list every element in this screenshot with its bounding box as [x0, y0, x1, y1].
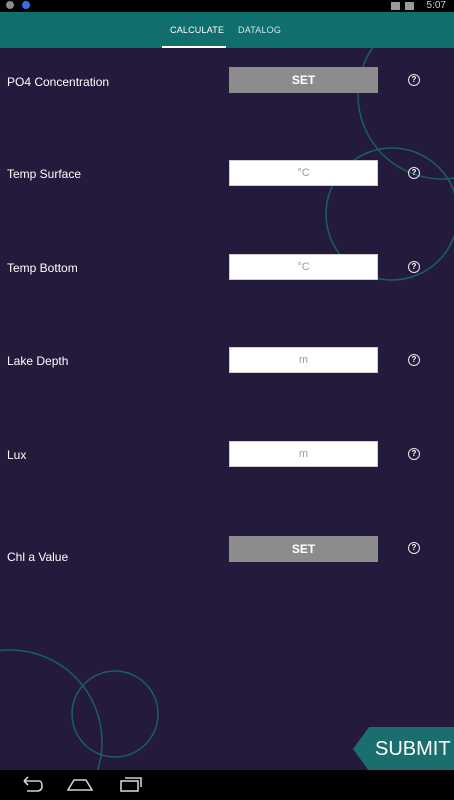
help-circle-icon[interactable]: ? [408, 261, 420, 273]
lux-input[interactable] [229, 441, 378, 467]
back-icon[interactable] [15, 774, 45, 796]
notification-icon [6, 1, 14, 9]
chl-a-set-button[interactable]: SET [229, 536, 378, 562]
notification-icon-blue [22, 1, 30, 9]
system-icons [391, 2, 414, 10]
label-lux: Lux [7, 448, 27, 462]
tab-datalog[interactable]: DATALOG [238, 12, 281, 48]
status-bar: 5:07 [0, 0, 454, 12]
status-time: 5:07 [426, 0, 446, 11]
home-icon[interactable] [65, 774, 95, 796]
tab-calculate[interactable]: CALCULATE [170, 12, 224, 48]
decorative-circles [0, 48, 454, 770]
signal-icon [391, 2, 400, 10]
calculate-form: PO4 Concentration SET ? Temp Surface ? T… [0, 48, 454, 770]
battery-icon [405, 2, 414, 10]
po4-set-button[interactable]: SET [229, 67, 378, 93]
lake-depth-input[interactable] [229, 347, 378, 373]
label-temp-surface: Temp Surface [7, 167, 82, 181]
temp-surface-input[interactable] [229, 160, 378, 186]
help-circle-icon[interactable]: ? [408, 354, 420, 366]
help-circle-icon[interactable]: ? [408, 448, 420, 460]
notification-icons [6, 1, 30, 9]
help-circle-icon[interactable]: ? [408, 542, 420, 554]
label-temp-bottom: Temp Bottom [7, 261, 78, 275]
app-bar: CALCULATE DATALOG [0, 12, 454, 48]
decor-circle [71, 670, 159, 758]
navigation-bar [0, 770, 454, 800]
help-circle-icon[interactable]: ? [408, 74, 420, 86]
help-circle-icon[interactable]: ? [408, 167, 420, 179]
label-po4-concentration: PO4 Concentration [7, 75, 110, 89]
label-lake-depth: Lake Depth [7, 354, 69, 368]
recent-apps-icon[interactable] [115, 774, 145, 796]
label-chl-a-value: Chl a Value [7, 550, 69, 564]
temp-bottom-input[interactable] [229, 254, 378, 280]
decor-circle [0, 649, 103, 770]
submit-button[interactable]: SUBMIT [353, 727, 454, 771]
